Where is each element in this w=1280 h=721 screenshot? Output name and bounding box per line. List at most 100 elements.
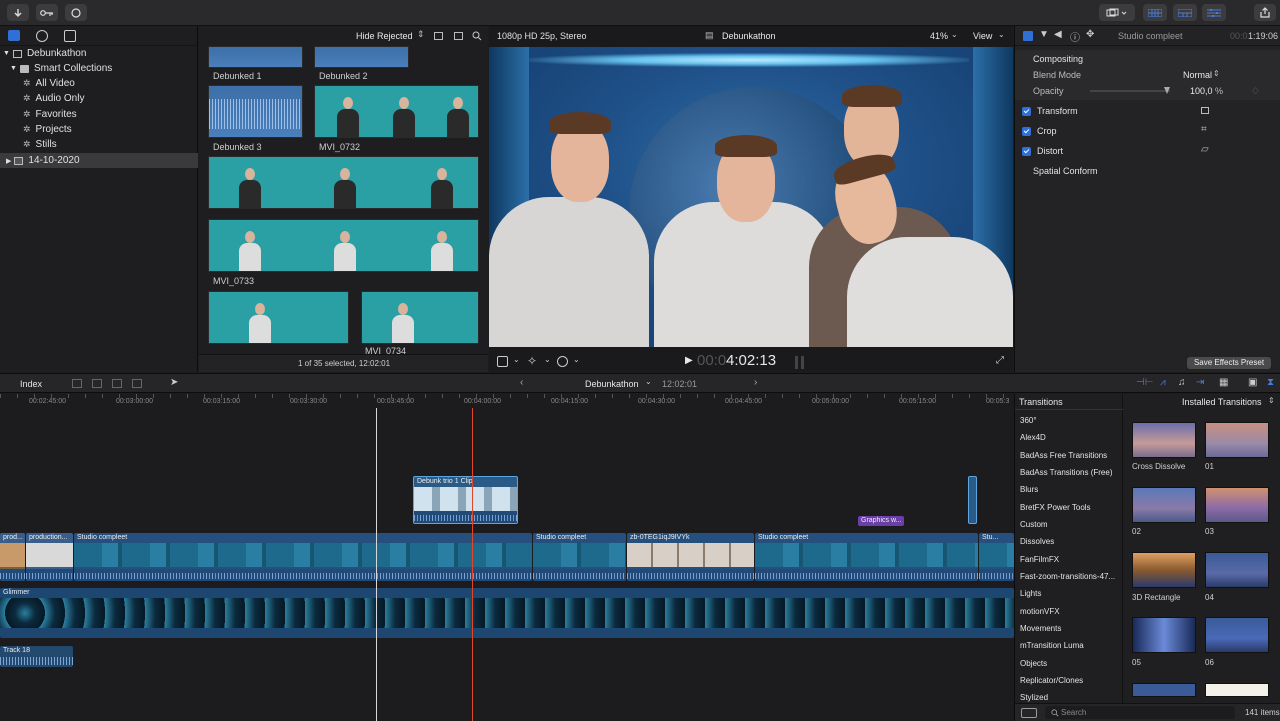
sidebar-item-stills[interactable]: ✲ Stills — [0, 137, 198, 152]
category-item[interactable]: Lights — [1020, 589, 1041, 598]
workspace-menu-button[interactable] — [1099, 4, 1135, 21]
info-inspector-icon[interactable]: ⓘ — [1070, 29, 1080, 44]
opacity-slider[interactable] — [1090, 90, 1170, 92]
opacity-value[interactable]: 100,0 — [1190, 86, 1213, 96]
sidebar-item-library[interactable]: ▼ Debunkathon — [0, 46, 198, 61]
connected-clip[interactable]: Debunk trio 1 Clip — [413, 476, 518, 524]
snapping-icon[interactable]: ⇥ — [1196, 377, 1204, 388]
clip-thumbnail[interactable] — [208, 291, 349, 344]
sidebar-item-favorites[interactable]: ✲ Favorites — [0, 107, 198, 122]
share-button[interactable] — [1254, 4, 1276, 21]
effects-browser-icon[interactable]: ▣ — [1248, 377, 1257, 388]
category-item[interactable]: FanFilmFX — [1020, 555, 1059, 564]
blend-mode-popup[interactable]: Normal — [1183, 70, 1212, 80]
libraries-icon[interactable] — [8, 30, 20, 41]
transition-thumbnail[interactable] — [1205, 552, 1269, 588]
category-item[interactable]: motionVFX — [1020, 607, 1060, 616]
chevron-down-icon[interactable]: ⌄ — [645, 377, 652, 386]
search-icon[interactable] — [472, 31, 482, 41]
filter-popup[interactable]: Hide Rejected — [356, 31, 413, 41]
show-inspector-button[interactable] — [1202, 4, 1226, 21]
chevron-down-icon[interactable]: ⌄ — [513, 355, 520, 364]
chevron-down-icon[interactable]: ⌄ — [544, 355, 551, 364]
storyline-clip[interactable]: Studio compleet — [533, 533, 626, 581]
category-item[interactable]: BretFX Power Tools — [1020, 503, 1091, 512]
storyline-clip[interactable]: Stu... — [979, 533, 1014, 581]
titles-generators-icon[interactable] — [64, 30, 76, 42]
category-item[interactable]: Stylized — [1020, 693, 1048, 702]
play-icon[interactable]: ▶ — [685, 355, 693, 366]
transition-thumbnail[interactable] — [1132, 552, 1196, 588]
transform-inspector-icon[interactable]: ✥ — [1086, 29, 1094, 40]
connect-clip-icon[interactable] — [72, 379, 82, 388]
crop-icon[interactable]: ⌗ — [1201, 124, 1207, 135]
sidebar-item-projects[interactable]: ✲ Projects — [0, 122, 198, 137]
transition-thumbnail[interactable] — [1132, 617, 1196, 653]
timeline-ruler[interactable]: 00:02:45:00 00:03:00:00 00:03:15:00 00:0… — [0, 394, 1014, 408]
clip-thumbnail[interactable] — [314, 85, 479, 138]
keyframe-icon[interactable]: ◇ — [1252, 85, 1259, 96]
connected-clip[interactable] — [968, 476, 977, 524]
category-item[interactable]: Objects — [1020, 659, 1047, 668]
storyline-clip[interactable]: Studio compleet — [755, 533, 978, 581]
storyline-clip[interactable]: Studio compleet — [74, 533, 532, 581]
spatial-conform-row[interactable]: Spatial Conform — [1015, 162, 1280, 180]
speed-icon[interactable] — [557, 356, 568, 367]
distort-icon[interactable]: ▱ — [1201, 144, 1209, 155]
forward-arrow-icon[interactable]: › — [754, 377, 757, 388]
clip-thumbnail[interactable] — [208, 85, 303, 138]
audio-inspector-icon[interactable]: ◀ — [1054, 29, 1062, 40]
zoom-popup[interactable]: 41% — [930, 31, 948, 41]
category-item[interactable]: mTransition Luma — [1020, 641, 1084, 650]
effect-row-distort[interactable]: Distort ▱ — [1015, 142, 1280, 160]
back-arrow-icon[interactable]: ‹ — [520, 377, 523, 388]
clip-thumbnail[interactable] — [208, 219, 479, 272]
keywords-button[interactable] — [36, 4, 58, 21]
audio-skimming-icon[interactable]: ⩘ — [1160, 377, 1166, 388]
sidebar-item-event[interactable]: ▶ 14-10-2020 — [0, 153, 198, 168]
fullscreen-icon[interactable]: ⤢ — [996, 355, 1004, 366]
audio-clip[interactable]: Track 18 — [0, 646, 73, 667]
installed-transitions-popup[interactable]: Installed Transitions — [1182, 397, 1262, 407]
category-item[interactable]: Movements — [1020, 624, 1061, 633]
transition-thumbnail[interactable] — [1205, 422, 1269, 458]
transition-thumbnail[interactable] — [1132, 422, 1196, 458]
category-item[interactable]: BadAss Transitions (Free) — [1020, 468, 1112, 477]
show-timeline-button[interactable] — [1173, 4, 1197, 21]
sidebar-item-all-video[interactable]: ✲ All Video — [0, 76, 198, 91]
storyline-clip[interactable]: zb-0TEG1iqJ9IVYk — [627, 533, 754, 581]
video-waveform-icon[interactable]: ⊣⊢ — [1136, 377, 1153, 388]
transition-thumbnail[interactable] — [1132, 683, 1196, 697]
background-tasks-button[interactable] — [65, 4, 87, 21]
headphones-icon[interactable]: ♫ — [1178, 377, 1186, 388]
import-button[interactable] — [7, 4, 29, 21]
clip-appearance-icon[interactable]: ▦ — [1219, 377, 1228, 388]
clip-appearance-icon[interactable] — [434, 32, 443, 40]
transitions-browser-icon[interactable]: ⧗ — [1267, 377, 1274, 388]
effect-row-transform[interactable]: Transform — [1015, 102, 1280, 120]
enable-checkbox[interactable] — [1022, 106, 1031, 116]
transform-tool-icon[interactable] — [497, 356, 508, 367]
category-item[interactable]: Dissolves — [1020, 537, 1054, 546]
photos-audio-icon[interactable] — [36, 30, 48, 42]
save-effects-preset-button[interactable]: Save Effects Preset — [1187, 357, 1271, 369]
enable-checkbox[interactable] — [1022, 126, 1031, 136]
transition-thumbnail[interactable] — [1205, 487, 1269, 523]
transform-onscreen-icon[interactable] — [1201, 107, 1209, 114]
index-button[interactable]: Index — [20, 379, 42, 389]
transition-thumbnail[interactable] — [1205, 683, 1269, 697]
color-inspector-icon[interactable]: ▼ — [1039, 29, 1049, 40]
category-item[interactable]: BadAss Free Transitions — [1020, 451, 1107, 460]
filmstrip-icon[interactable] — [454, 32, 463, 40]
show-browser-button[interactable] — [1143, 4, 1167, 21]
magic-wand-icon[interactable]: ✧ — [527, 354, 537, 368]
clip-thumbnail[interactable] — [208, 156, 479, 209]
transition-thumbnail[interactable] — [1132, 487, 1196, 523]
playhead[interactable] — [376, 408, 377, 721]
effect-row-crop[interactable]: Crop ⌗ — [1015, 122, 1280, 140]
chevron-down-icon[interactable]: ⌄ — [573, 355, 580, 364]
category-item[interactable]: Replicator/Clones — [1020, 676, 1083, 685]
view-menu[interactable]: View — [973, 31, 992, 41]
search-input[interactable]: Search — [1045, 706, 1235, 719]
category-item[interactable]: Alex4D — [1020, 433, 1046, 442]
